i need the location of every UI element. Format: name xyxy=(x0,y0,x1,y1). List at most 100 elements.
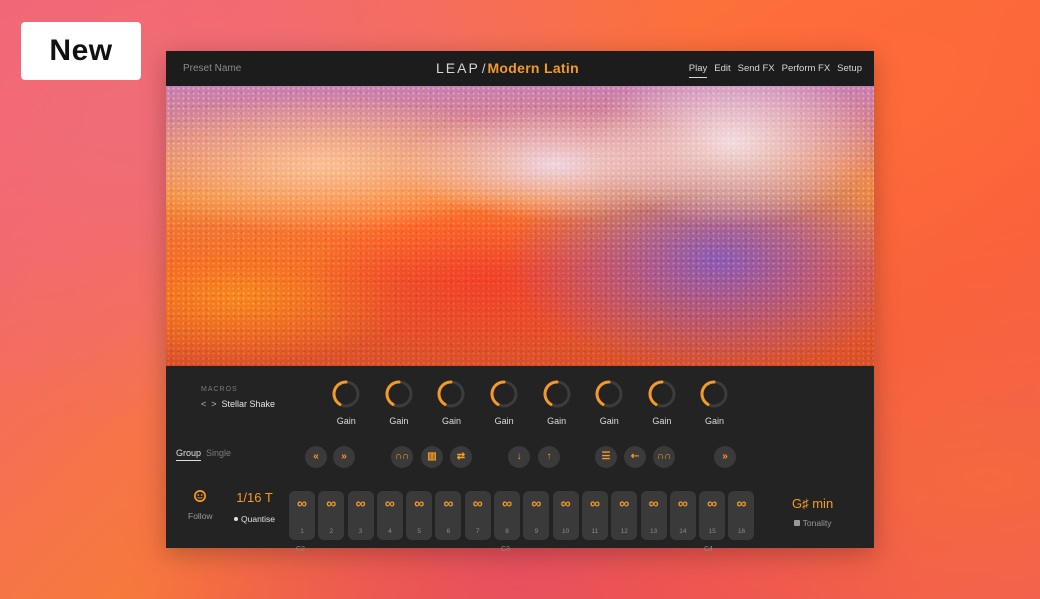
tab-send-fx[interactable]: Send FX xyxy=(738,63,775,74)
new-badge: New xyxy=(21,22,141,80)
knob-dial[interactable] xyxy=(699,379,729,409)
pad-number: 13 xyxy=(649,528,658,535)
quantise-toggle[interactable]: Quantise xyxy=(234,514,275,524)
swap-button[interactable]: ⇄ xyxy=(450,446,472,468)
tab-edit[interactable]: Edit xyxy=(714,63,730,74)
preset-name-label[interactable]: Preset Name xyxy=(183,63,241,74)
knob-dial[interactable] xyxy=(489,379,519,409)
pad-number: 7 xyxy=(475,528,480,535)
envelope-button[interactable]: ∩∩ xyxy=(391,446,413,468)
macros-title: MACROS xyxy=(201,386,238,393)
product-logo: LEAP / Modern Latin xyxy=(436,60,579,76)
logo-leap: LEAP xyxy=(436,60,480,76)
infinity-icon: ∞ xyxy=(677,495,688,511)
pad-number: 15 xyxy=(708,528,716,535)
fast-forward-button[interactable]: » xyxy=(333,446,355,468)
infinity-icon: ∞ xyxy=(443,495,454,511)
knob-label: Gain xyxy=(389,416,409,426)
macro-set-name[interactable]: Stellar Shake xyxy=(222,399,276,409)
pad-4[interactable]: ∞ 4 xyxy=(376,491,403,540)
envelope-2-button[interactable]: ∩∩ xyxy=(653,446,675,468)
pad-8[interactable]: ∞ 8 xyxy=(494,491,521,540)
list-button[interactable]: ☰ xyxy=(595,446,617,468)
pad-number: 16 xyxy=(737,528,746,535)
tab-play[interactable]: Play xyxy=(688,63,708,78)
knob-dial[interactable] xyxy=(542,379,572,409)
macro-knob[interactable]: Gain xyxy=(583,379,636,426)
pad-2[interactable]: ∞ 2 xyxy=(318,491,345,540)
macro-knob[interactable]: Gain xyxy=(636,379,689,426)
pad-number: 12 xyxy=(620,528,628,535)
controls-panel: MACROS < > Stellar Shake Gain Gain Gain Gai… xyxy=(166,366,874,553)
macro-knob[interactable]: Gain xyxy=(425,379,478,426)
knob-dial[interactable] xyxy=(331,379,361,409)
macro-knob[interactable]: Gain xyxy=(530,379,583,426)
pad-15[interactable]: ∞ 15 xyxy=(699,491,726,540)
key-value[interactable]: G♯ min xyxy=(792,496,833,511)
pad-5[interactable]: ∞ 5 xyxy=(406,491,433,540)
pad-11[interactable]: ∞ 11 xyxy=(581,491,608,540)
expansion-artwork xyxy=(166,86,874,366)
infinity-icon: ∞ xyxy=(472,495,483,511)
chevron-right-icon[interactable]: > xyxy=(211,399,216,409)
mode-single-tab[interactable]: Single xyxy=(206,448,231,458)
infinity-icon: ∞ xyxy=(560,495,571,511)
logo-slash: / xyxy=(481,61,486,76)
arrow-up-button[interactable]: ↑ xyxy=(538,446,560,468)
knob-label: Gain xyxy=(652,416,672,426)
knob-label: Gain xyxy=(547,416,567,426)
reverse-button[interactable]: ⇠ xyxy=(624,446,646,468)
pad-9[interactable]: ∞ 9 xyxy=(523,491,550,540)
pad-1[interactable]: ∞ 1 xyxy=(289,491,315,540)
chevron-left-icon[interactable]: < xyxy=(201,399,206,409)
tab-perform-fx[interactable]: Perform FX xyxy=(782,63,831,74)
smiley-icon xyxy=(194,490,207,502)
tab-setup[interactable]: Setup xyxy=(837,63,862,74)
skip-forward-button[interactable]: » xyxy=(714,446,736,468)
note-label-c3: C3 xyxy=(501,546,510,553)
macro-knob[interactable]: Gain xyxy=(373,379,426,426)
knob-dial[interactable] xyxy=(647,379,677,409)
knob-dial[interactable] xyxy=(384,379,414,409)
infinity-icon: ∞ xyxy=(589,495,600,511)
knob-dial[interactable] xyxy=(594,379,624,409)
tonality-toggle[interactable]: Tonality xyxy=(793,518,832,528)
arrow-down-button[interactable]: ↓ xyxy=(508,446,530,468)
lock-icon xyxy=(793,520,800,526)
knob-label: Gain xyxy=(336,416,356,426)
pad-12[interactable]: ∞ 12 xyxy=(611,491,638,540)
infinity-icon: ∞ xyxy=(531,495,542,511)
bars-button[interactable]: ▥ xyxy=(421,446,443,468)
macro-knob[interactable]: Gain xyxy=(478,379,531,426)
rewind-button[interactable]: « xyxy=(305,446,327,468)
macro-knob[interactable]: Gain xyxy=(320,379,373,426)
note-label-c4: C4 xyxy=(704,546,713,553)
pad-number: 11 xyxy=(591,528,599,535)
pad-number: 14 xyxy=(679,528,687,535)
pad-13[interactable]: ∞ 13 xyxy=(640,491,667,540)
knob-label: Gain xyxy=(599,416,619,426)
knob-dial[interactable] xyxy=(436,379,466,409)
infinity-icon: ∞ xyxy=(707,495,718,511)
pad-number: 10 xyxy=(562,528,570,535)
macro-knob[interactable]: Gain xyxy=(688,379,741,426)
pad-6[interactable]: ∞ 6 xyxy=(435,491,462,540)
infinity-icon: ∞ xyxy=(326,495,337,511)
pad-number: 8 xyxy=(505,528,509,535)
follow-control[interactable]: Follow xyxy=(188,489,213,521)
pad-14[interactable]: ∞ 14 xyxy=(669,491,696,540)
main-nav: Play Edit Send FX Perform FX Setup xyxy=(688,63,862,78)
pad-number: 9 xyxy=(534,528,539,535)
pad-7[interactable]: ∞ 7 xyxy=(464,491,491,540)
pad-10[interactable]: ∞ 10 xyxy=(552,491,579,540)
infinity-icon: ∞ xyxy=(384,495,395,511)
group-single-toggle: Group Single xyxy=(176,448,231,461)
pad-number: 2 xyxy=(329,528,334,535)
rate-value[interactable]: 1/16 T xyxy=(236,490,273,505)
knob-label: Gain xyxy=(494,416,514,426)
quantise-dot-icon xyxy=(234,517,238,521)
pad-3[interactable]: ∞ 3 xyxy=(347,491,374,540)
pad-16[interactable]: ∞ 16 xyxy=(728,491,755,540)
mode-group-tab[interactable]: Group xyxy=(176,448,202,461)
macro-set-selector: < > Stellar Shake xyxy=(201,399,275,409)
